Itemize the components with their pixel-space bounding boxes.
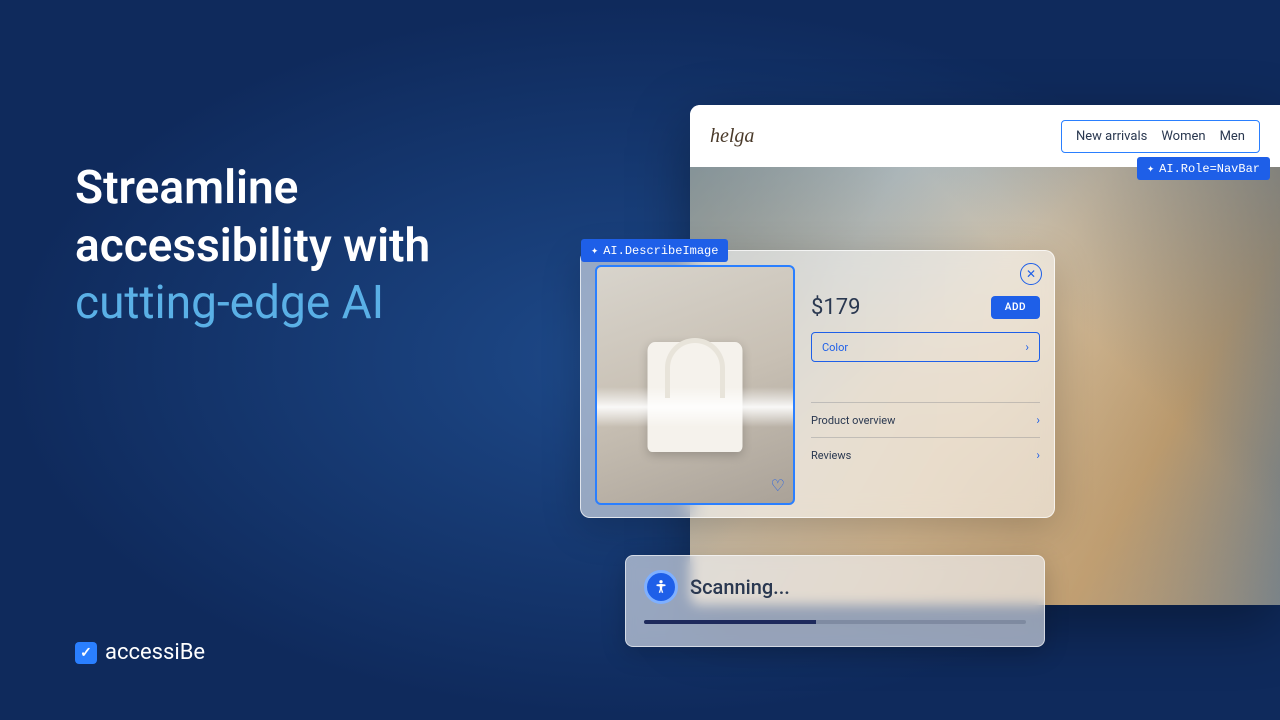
headline: Streamline accessibility with cutting-ed… xyxy=(75,160,555,333)
accessibility-icon xyxy=(644,570,678,604)
color-select-label: Color xyxy=(822,341,848,354)
ai-role-navbar-text: AI.Role=NavBar xyxy=(1159,162,1260,176)
reviews-row[interactable]: Reviews › xyxy=(811,437,1040,472)
scanning-label: Scanning... xyxy=(690,575,790,599)
reviews-label: Reviews xyxy=(811,449,851,462)
brand-logo: accessiBe xyxy=(75,640,205,665)
site-logo[interactable]: helga xyxy=(710,125,754,148)
product-overview-row[interactable]: Product overview › xyxy=(811,402,1040,437)
headline-line-2: cutting-edge AI xyxy=(75,275,555,333)
sparkle-icon: ✦ xyxy=(591,243,598,258)
nav-item-women[interactable]: Women xyxy=(1161,129,1205,144)
sparkle-icon: ✦ xyxy=(1147,161,1154,176)
chevron-right-icon: › xyxy=(1036,448,1040,462)
headline-line-1: Streamline accessibility with xyxy=(75,160,555,275)
close-button[interactable]: ✕ xyxy=(1020,263,1042,285)
product-price: $179 xyxy=(811,295,860,320)
ai-describe-image-text: AI.DescribeImage xyxy=(603,244,718,258)
brand-name: accessiBe xyxy=(105,640,205,665)
product-card: ✦ AI.DescribeImage ✕ ♡ $179 ADD Color › … xyxy=(580,250,1055,518)
nav-item-men[interactable]: Men xyxy=(1220,129,1245,144)
product-image[interactable]: ♡ xyxy=(595,265,795,505)
scanning-row: Scanning... xyxy=(644,570,1026,604)
close-icon: ✕ xyxy=(1026,267,1036,281)
ai-role-navbar-tag: ✦ AI.Role=NavBar xyxy=(1137,157,1270,180)
nav-bar: New arrivals Women Men xyxy=(1061,120,1260,153)
scan-shine-overlay xyxy=(597,387,793,427)
nav-item-new-arrivals[interactable]: New arrivals xyxy=(1076,129,1147,144)
product-overview-label: Product overview xyxy=(811,414,895,427)
brand-mark-icon xyxy=(75,642,97,664)
add-to-cart-button[interactable]: ADD xyxy=(991,296,1040,319)
progress-bar xyxy=(644,620,1026,624)
price-row: $179 ADD xyxy=(811,295,1040,320)
heart-icon[interactable]: ♡ xyxy=(771,476,785,495)
progress-fill xyxy=(644,620,816,624)
product-details: $179 ADD Color › Product overview › Revi… xyxy=(811,265,1040,503)
ai-describe-image-tag: ✦ AI.DescribeImage xyxy=(581,239,728,262)
color-select[interactable]: Color › xyxy=(811,332,1040,362)
chevron-right-icon: › xyxy=(1025,340,1029,354)
scanning-panel: Scanning... xyxy=(625,555,1045,647)
chevron-right-icon: › xyxy=(1036,413,1040,427)
